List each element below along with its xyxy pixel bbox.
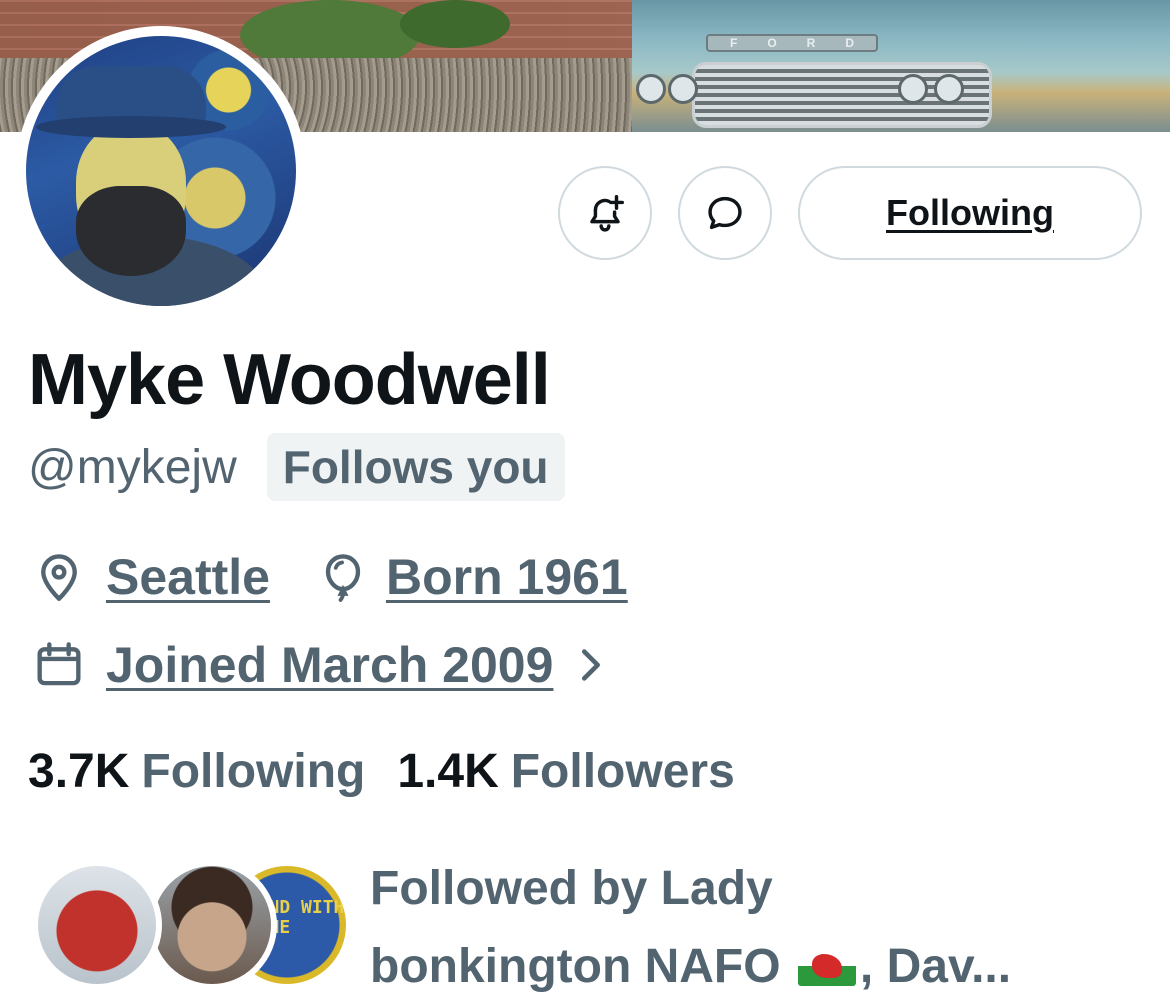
follows-you-badge: Follows you bbox=[266, 433, 565, 501]
truck-headlight bbox=[898, 74, 928, 104]
following-stat[interactable]: 3.7K Following bbox=[28, 744, 365, 799]
handle-row: @mykejw Follows you bbox=[28, 432, 565, 502]
avatar-image bbox=[26, 36, 296, 306]
user-handle: @mykejw bbox=[28, 440, 237, 494]
avatar-beard bbox=[76, 186, 186, 276]
followers-label: Followers bbox=[510, 744, 735, 798]
following-button[interactable]: Following bbox=[798, 166, 1142, 260]
profile-meta-row: Seattle Born 1961 bbox=[30, 544, 628, 610]
balloon-icon bbox=[325, 554, 361, 602]
calendar-icon bbox=[37, 642, 81, 686]
followers-stat[interactable]: 1.4K Followers bbox=[397, 744, 734, 799]
followed-by-line2: bonkington NAFO , Dav... bbox=[370, 928, 1160, 1006]
followers-count: 1.4K bbox=[397, 744, 499, 798]
location-pin-icon bbox=[41, 554, 77, 601]
wales-flag-icon bbox=[797, 946, 856, 986]
followed-by-line1: Followed by Lady bbox=[370, 862, 773, 915]
message-bubble-icon bbox=[708, 196, 742, 230]
chevron-right-icon[interactable] bbox=[567, 642, 613, 688]
birth-link[interactable]: Born 1961 bbox=[386, 548, 628, 606]
message-button[interactable] bbox=[678, 166, 772, 260]
avatar-hat-brim bbox=[36, 116, 226, 138]
joined-date-link[interactable]: Joined March 2009 bbox=[106, 636, 553, 694]
following-label: Following bbox=[141, 744, 366, 798]
joined-row[interactable]: Joined March 2009 bbox=[30, 632, 613, 698]
banner-bush bbox=[400, 0, 510, 48]
profile-avatar[interactable] bbox=[16, 26, 306, 316]
follower-name: bonkington NAFO bbox=[370, 940, 781, 993]
mutual-follower-avatar bbox=[32, 860, 162, 990]
location-link[interactable]: Seattle bbox=[106, 548, 270, 606]
truck-badge: FORD bbox=[706, 34, 878, 52]
followed-by-text[interactable]: Followed by Lady bonkington NAFO , Dav..… bbox=[370, 850, 1160, 1006]
follower-name-more: , Dav... bbox=[859, 940, 1012, 993]
mutual-follower-avatar bbox=[147, 860, 277, 990]
truck-headlight bbox=[934, 74, 964, 104]
notifications-button[interactable] bbox=[558, 166, 652, 260]
followers-you-know-avatars[interactable]: STAND WITH RAINE bbox=[32, 860, 352, 990]
follow-stats: 3.7K Following 1.4K Followers bbox=[28, 738, 735, 804]
truck-headlight bbox=[636, 74, 666, 104]
truck-headlight bbox=[668, 74, 698, 104]
following-count: 3.7K bbox=[28, 744, 130, 798]
bell-plus-icon bbox=[590, 194, 624, 232]
display-name: Myke Woodwell bbox=[28, 340, 551, 420]
